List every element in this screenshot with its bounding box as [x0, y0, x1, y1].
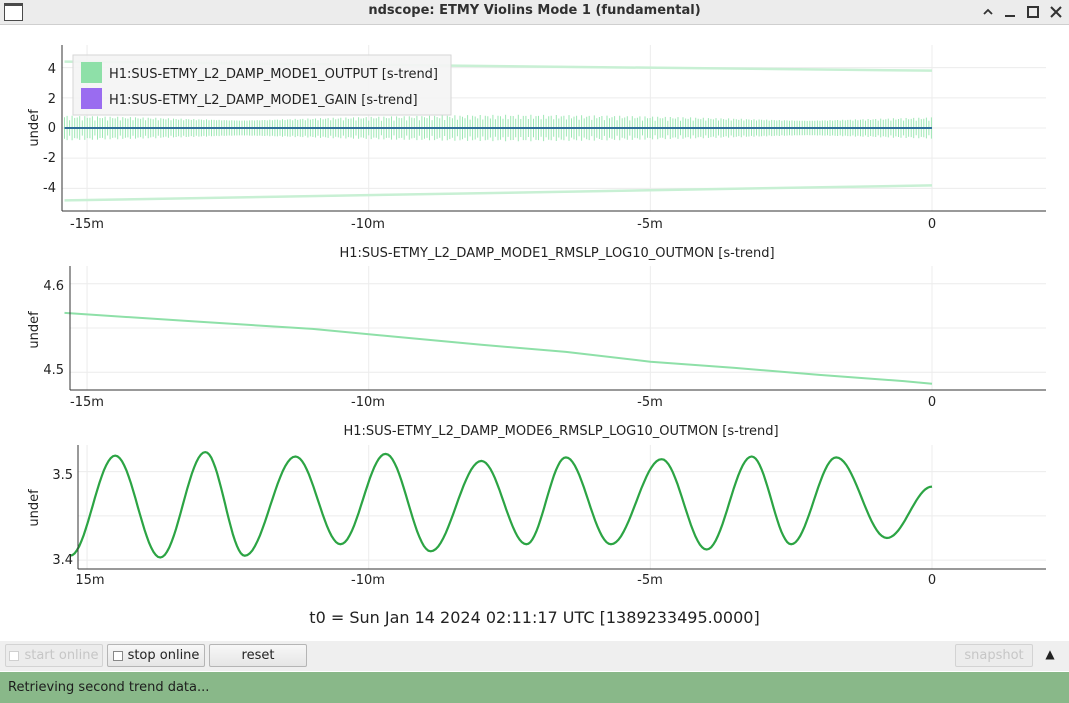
legend-swatch-gain [81, 88, 102, 109]
plot-3-title: H1:SUS-ETMY_L2_DAMP_MODE6_RMSLP_LOG10_OU… [343, 424, 778, 439]
t0-label: t0 = Sun Jan 14 2024 02:11:17 UTC [13892… [309, 608, 760, 627]
stop-online-button[interactable]: stop online [107, 644, 205, 667]
plot-3-background [78, 445, 1046, 569]
plot-1-xtick: -15m [70, 217, 104, 232]
plot-3-ylabel: undef [27, 489, 42, 527]
legend-label-output: H1:SUS-ETMY_L2_DAMP_MODE1_OUTPUT [s-tren… [109, 67, 438, 82]
legend-swatch-output [81, 62, 102, 83]
maximize-icon[interactable] [1023, 2, 1043, 22]
checkbox-icon [112, 650, 123, 661]
stop-online-label: stop online [127, 648, 200, 663]
plot-2-ylabel: undef [27, 311, 42, 349]
checkbox-icon [9, 650, 20, 661]
legend-label-gain: H1:SUS-ETMY_L2_DAMP_MODE1_GAIN [s-trend] [109, 93, 418, 108]
plot-2-xtick: -5m [637, 395, 663, 410]
plot-3-ytick: 3.5 [52, 468, 73, 483]
plot-1-ytick: 4 [48, 62, 56, 77]
plot-1-ytick: 0 [48, 121, 56, 136]
window-titlebar: ndscope: ETMY Violins Mode 1 (fundamenta… [0, 0, 1069, 25]
start-online-button[interactable]: start online [5, 644, 103, 667]
plot-2-title: H1:SUS-ETMY_L2_DAMP_MODE1_RMSLP_LOG10_OU… [339, 246, 774, 261]
plot-1-legend[interactable]: H1:SUS-ETMY_L2_DAMP_MODE1_OUTPUT [s-tren… [72, 54, 452, 116]
plot-1-xtick: 0 [928, 217, 936, 232]
plot-1-xtick: -5m [637, 217, 663, 232]
plot-2-ytick: 4.5 [43, 363, 64, 378]
restore-icon[interactable] [1000, 2, 1020, 22]
snapshot-label: snapshot [964, 648, 1024, 663]
plot-1-ytick: 2 [48, 92, 56, 107]
plot-1[interactable]: 4 2 0 -2 -4 undef -15m -10m -5m 0 H1:SUS… [27, 45, 1046, 232]
plot-3-xtick: -5m [637, 573, 663, 588]
close-icon[interactable] [1046, 2, 1066, 22]
plot-3-ytick: 3.4 [52, 553, 73, 568]
plot-2-xtick: -10m [351, 395, 385, 410]
plot-area[interactable]: 4 2 0 -2 -4 undef -15m -10m -5m 0 H1:SUS… [0, 25, 1069, 605]
status-bar: Retrieving second trend data... [0, 672, 1069, 703]
bottom-toolbar: start online stop online reset snapshot … [0, 641, 1069, 671]
reset-label: reset [241, 648, 275, 663]
plot-1-ytick: -4 [43, 181, 56, 196]
plot-2[interactable]: H1:SUS-ETMY_L2_DAMP_MODE1_RMSLP_LOG10_OU… [27, 246, 1046, 410]
plot-2-ytick: 4.6 [43, 279, 64, 294]
snapshot-button[interactable]: snapshot [955, 644, 1033, 667]
start-online-label: start online [24, 648, 99, 663]
plot-1-ytick: -2 [43, 151, 56, 166]
plot-1-xtick: -10m [351, 217, 385, 232]
plot-3-xtick: 15m [75, 573, 104, 588]
collapse-triangle-icon[interactable]: ▲ [1040, 647, 1060, 667]
status-message: Retrieving second trend data... [8, 680, 210, 695]
minimize-icon[interactable] [978, 2, 998, 22]
plot-2-xtick: -15m [70, 395, 104, 410]
plot-2-xtick: 0 [928, 395, 936, 410]
plot-1-ylabel: undef [27, 109, 42, 147]
reset-button[interactable]: reset [209, 644, 307, 667]
plot-3[interactable]: H1:SUS-ETMY_L2_DAMP_MODE6_RMSLP_LOG10_OU… [27, 424, 1046, 588]
window-title: ndscope: ETMY Violins Mode 1 (fundamenta… [368, 3, 701, 18]
plot-3-xtick: 0 [928, 573, 936, 588]
plot-3-xtick: -10m [351, 573, 385, 588]
